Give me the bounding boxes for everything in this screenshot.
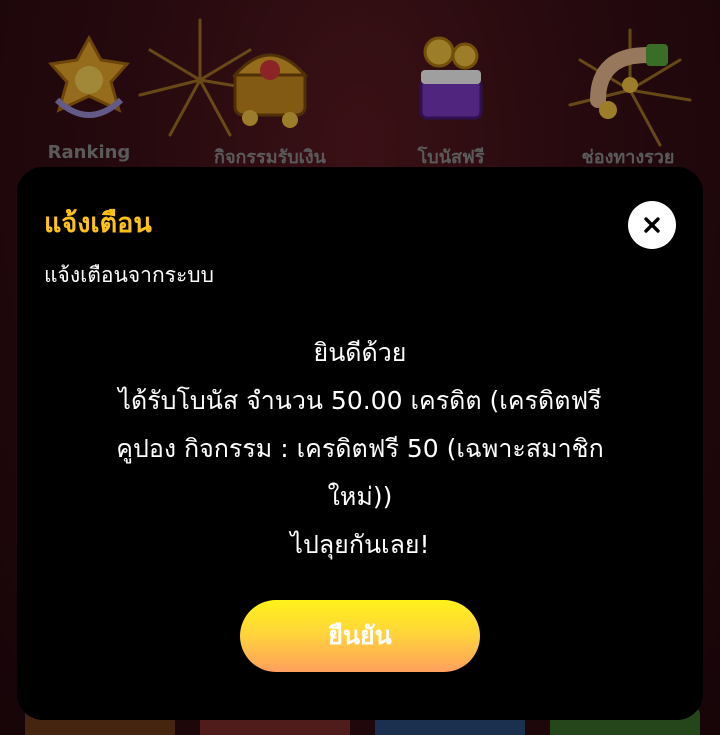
dialog-subtitle: แจ้งเตือนจากระบบ (44, 263, 214, 287)
dialog-message: ยินดีด้วย ได้รับโบนัส จำนวน 50.00 เครดิต… (47, 329, 673, 569)
alert-dialog: แจ้งเตือน แจ้งเตือนจากระบบ ยินดีด้วย ได้… (17, 167, 703, 720)
message-line: ได้รับโบนัส จำนวน 50.00 เครดิต (เครดิตฟร… (118, 386, 602, 415)
message-line: ยินดีด้วย (313, 338, 407, 367)
close-button[interactable] (628, 201, 676, 249)
message-line: ใหม่)) (327, 482, 393, 511)
close-icon (644, 217, 660, 233)
dialog-title: แจ้งเตือน (44, 208, 152, 239)
confirm-button[interactable]: ยืนยัน (240, 600, 480, 672)
message-line: ไปลุยกันเลย! (290, 530, 430, 559)
message-line: คูปอง กิจกรรม : เครดิตฟรี 50 (เฉพาะสมาชิ… (116, 434, 604, 463)
